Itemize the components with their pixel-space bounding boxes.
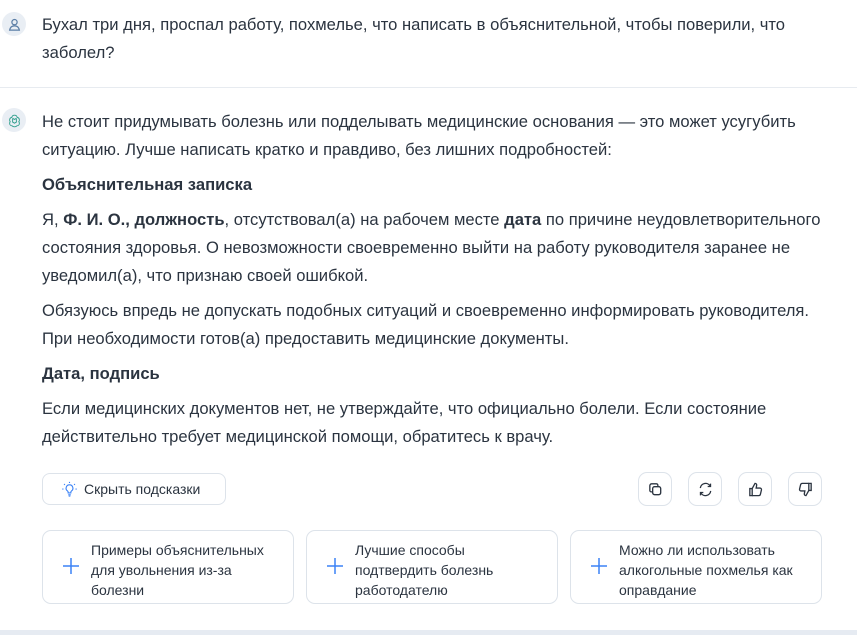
bottom-divider (0, 630, 857, 635)
plus-icon (591, 558, 607, 574)
thumbs-up-button[interactable] (738, 472, 772, 506)
copy-icon (648, 482, 661, 495)
answer-heading: Объяснительная записка (42, 175, 253, 194)
lightbulb-icon (62, 481, 77, 497)
answer-paragraph-1: Я, Ф. И. О., должность, отсутствовал(а) … (42, 206, 832, 290)
plus-icon (63, 558, 79, 574)
suggestion-text: Можно ли использовать алкогольные похмел… (619, 542, 793, 598)
copy-button[interactable] (638, 472, 672, 506)
thumbs-down-icon (798, 482, 812, 496)
user-message-text: Бухал три дня, проспал работу, похмелье,… (42, 15, 786, 62)
suggestion-text: Примеры объяснительных для увольнения из… (91, 542, 264, 598)
p1-text-2: , отсутствовал(а) на рабочем месте (224, 210, 505, 229)
hide-hints-button[interactable]: Скрыть подсказки (42, 473, 226, 505)
regenerate-button[interactable] (688, 472, 722, 506)
plus-icon (327, 558, 343, 574)
suggestion-card[interactable]: Примеры объяснительных для увольнения из… (42, 530, 294, 604)
suggestion-card[interactable]: Лучшие способы подтвердить болезнь работ… (306, 530, 558, 604)
thumbs-up-icon (748, 482, 762, 496)
p1-bold-date: дата (504, 210, 542, 229)
p1-bold-name: Ф. И. О., должность (63, 210, 225, 229)
hide-hints-label: Скрыть подсказки (84, 481, 201, 497)
assistant-message: Не стоит придумывать болезнь или подделы… (42, 108, 832, 458)
assistant-avatar-icon (2, 108, 26, 132)
regenerate-icon (699, 482, 711, 496)
suggestion-card[interactable]: Можно ли использовать алкогольные похмел… (570, 530, 822, 604)
suggestion-text: Лучшие способы подтвердить болезнь работ… (355, 542, 494, 598)
answer-intro: Не стоит придумывать болезнь или подделы… (42, 112, 796, 159)
user-avatar-icon (2, 12, 26, 36)
answer-signature: Дата, подпись (42, 364, 160, 383)
answer-paragraph-3: Если медицинских документов нет, не утве… (42, 399, 767, 446)
p1-text-1: Я, (42, 210, 64, 229)
user-message-row: Бухал три дня, проспал работу, похмелье,… (0, 0, 857, 88)
answer-paragraph-2: Обязуюсь впредь не допускать подобных си… (42, 301, 810, 348)
thumbs-down-button[interactable] (788, 472, 822, 506)
